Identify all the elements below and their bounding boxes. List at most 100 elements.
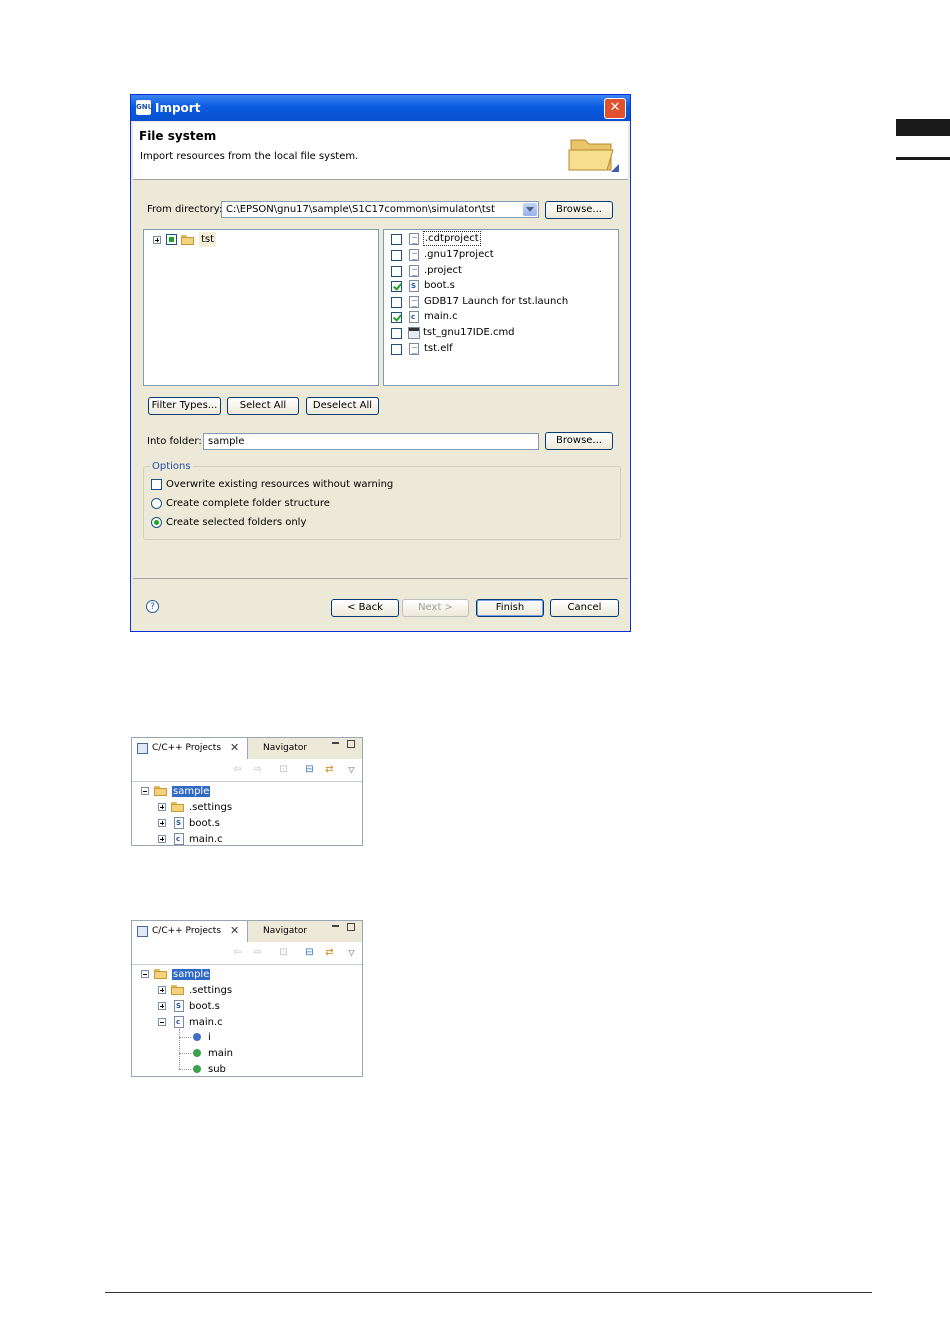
folder-tree[interactable]: tst	[143, 229, 379, 386]
forward-arrow-icon[interactable]: ⇨	[252, 948, 263, 958]
minimize-icon[interactable]	[332, 742, 339, 744]
back-button[interactable]: < Back	[331, 599, 399, 617]
file-checkbox[interactable]	[391, 250, 402, 261]
options-group: Options Overwrite existing resources wit…	[143, 461, 621, 540]
file-name: .project	[424, 265, 462, 276]
file-checkbox[interactable]	[391, 266, 402, 277]
tab-navigator[interactable]: Navigator	[263, 743, 307, 753]
close-button[interactable]: ✕	[604, 98, 626, 119]
deselect-all-button[interactable]: Deselect All	[306, 397, 379, 415]
filter-types-button[interactable]: Filter Types...	[148, 397, 221, 415]
tree-label: .settings	[189, 802, 233, 813]
tab-cpp-projects[interactable]: C/C++ Projects ✕	[132, 738, 248, 759]
up-icon[interactable]: ⊡	[278, 765, 289, 775]
text-file-icon	[409, 249, 419, 261]
footer-separator	[133, 578, 628, 579]
tree-item-tst[interactable]: tst	[199, 232, 217, 247]
tree-label: main.c	[189, 1017, 223, 1028]
side-tab-mark	[896, 119, 950, 136]
view-menu-icon[interactable]: ▽	[346, 948, 357, 958]
collapse-all-icon[interactable]: ⊟	[304, 765, 315, 775]
finish-button[interactable]: Finish	[476, 599, 544, 617]
tree-label: sample	[172, 969, 211, 980]
close-icon[interactable]: ✕	[230, 924, 239, 937]
side-rule	[896, 157, 950, 160]
expand-icon[interactable]	[153, 236, 161, 244]
cpp-projects-view-collapsed: C/C++ Projects ✕ Navigator ⇦ ⇨ ⊡ ⊟ ⇄ ▽ s…	[131, 737, 363, 846]
file-checkbox[interactable]	[391, 328, 402, 339]
back-arrow-icon[interactable]: ⇦	[232, 948, 243, 958]
expand-icon[interactable]	[158, 835, 166, 843]
view-menu-icon[interactable]: ▽	[346, 765, 357, 775]
tab-cpp-projects[interactable]: C/C++ Projects ✕	[132, 921, 248, 942]
back-arrow-icon[interactable]: ⇦	[232, 765, 243, 775]
file-checkbox[interactable]	[391, 281, 402, 292]
collapse-icon[interactable]	[141, 787, 149, 795]
tree-guide	[179, 1053, 191, 1054]
expand-icon[interactable]	[158, 986, 166, 994]
function-icon	[193, 1049, 201, 1057]
chevron-down-icon[interactable]	[523, 203, 537, 216]
collapse-all-icon[interactable]: ⊟	[304, 948, 315, 958]
text-file-icon	[409, 233, 419, 245]
collapse-icon[interactable]	[158, 1018, 166, 1026]
view-toolbar: ⇦ ⇨ ⊡ ⊟ ⇄ ▽	[132, 759, 362, 782]
minimize-icon[interactable]	[332, 925, 339, 927]
cmd-file-icon	[408, 327, 420, 339]
selected-folders-radio[interactable]	[151, 517, 162, 528]
collapse-icon[interactable]	[141, 970, 149, 978]
variable-icon	[193, 1033, 201, 1041]
close-icon[interactable]: ✕	[230, 741, 239, 754]
tree-guide	[179, 1029, 180, 1069]
c-file-icon: c	[174, 1016, 184, 1028]
file-name: boot.s	[424, 280, 455, 291]
wizard-banner: File system Import resources from the lo…	[133, 122, 628, 180]
maximize-icon[interactable]	[347, 923, 355, 931]
expand-icon[interactable]	[158, 1002, 166, 1010]
complete-structure-radio[interactable]	[151, 498, 162, 509]
expand-icon[interactable]	[158, 803, 166, 811]
expand-icon[interactable]	[158, 819, 166, 827]
select-all-button[interactable]: Select All	[227, 397, 299, 415]
link-editor-icon[interactable]: ⇄	[324, 948, 335, 958]
text-file-icon	[409, 343, 419, 355]
file-name: main.c	[424, 311, 458, 322]
browse-folder-button[interactable]: Browse...	[545, 432, 613, 450]
member-label: main	[208, 1048, 233, 1059]
into-folder-value: sample	[208, 436, 245, 447]
forward-arrow-icon[interactable]: ⇨	[252, 765, 263, 775]
folder-icon	[171, 985, 184, 995]
file-name: tst_gnu17IDE.cmd	[423, 327, 515, 338]
file-list[interactable]: .cdtproject .gnu17project .project S boo…	[383, 229, 619, 386]
file-checkbox[interactable]	[391, 234, 402, 245]
folder-icon	[171, 802, 184, 812]
selected-folders-label[interactable]: Create selected folders only	[166, 517, 306, 528]
file-checkbox[interactable]	[391, 312, 402, 323]
file-name: GDB17 Launch for tst.launch	[424, 296, 569, 307]
browse-directory-button[interactable]: Browse...	[545, 201, 613, 219]
view-tabs: C/C++ Projects ✕ Navigator	[132, 738, 362, 760]
overwrite-checkbox[interactable]	[151, 479, 162, 490]
into-folder-input[interactable]: sample	[203, 433, 539, 450]
help-icon[interactable]: ?	[146, 600, 159, 613]
dialog-titlebar[interactable]: GNU Import ✕	[131, 95, 630, 121]
open-folder-icon	[568, 139, 619, 172]
tree-label: boot.s	[189, 1001, 220, 1012]
file-checkbox[interactable]	[391, 344, 402, 355]
file-name: tst.elf	[424, 343, 453, 354]
tab-navigator[interactable]: Navigator	[263, 926, 307, 936]
tab-label: C/C++ Projects	[152, 926, 222, 936]
from-directory-combo[interactable]: C:\EPSON\gnu17\sample\S1C17common\simula…	[221, 201, 539, 218]
cancel-button[interactable]: Cancel	[550, 599, 619, 617]
next-button[interactable]: Next >	[402, 599, 469, 617]
overwrite-label[interactable]: Overwrite existing resources without war…	[166, 479, 393, 490]
tree-label: main.c	[189, 834, 223, 845]
tab-label: C/C++ Projects	[152, 743, 222, 753]
up-icon[interactable]: ⊡	[278, 948, 289, 958]
tree-checkbox[interactable]	[166, 234, 177, 245]
complete-structure-label[interactable]: Create complete folder structure	[166, 498, 330, 509]
projects-icon	[137, 926, 148, 937]
link-editor-icon[interactable]: ⇄	[324, 765, 335, 775]
maximize-icon[interactable]	[347, 740, 355, 748]
file-checkbox[interactable]	[391, 297, 402, 308]
